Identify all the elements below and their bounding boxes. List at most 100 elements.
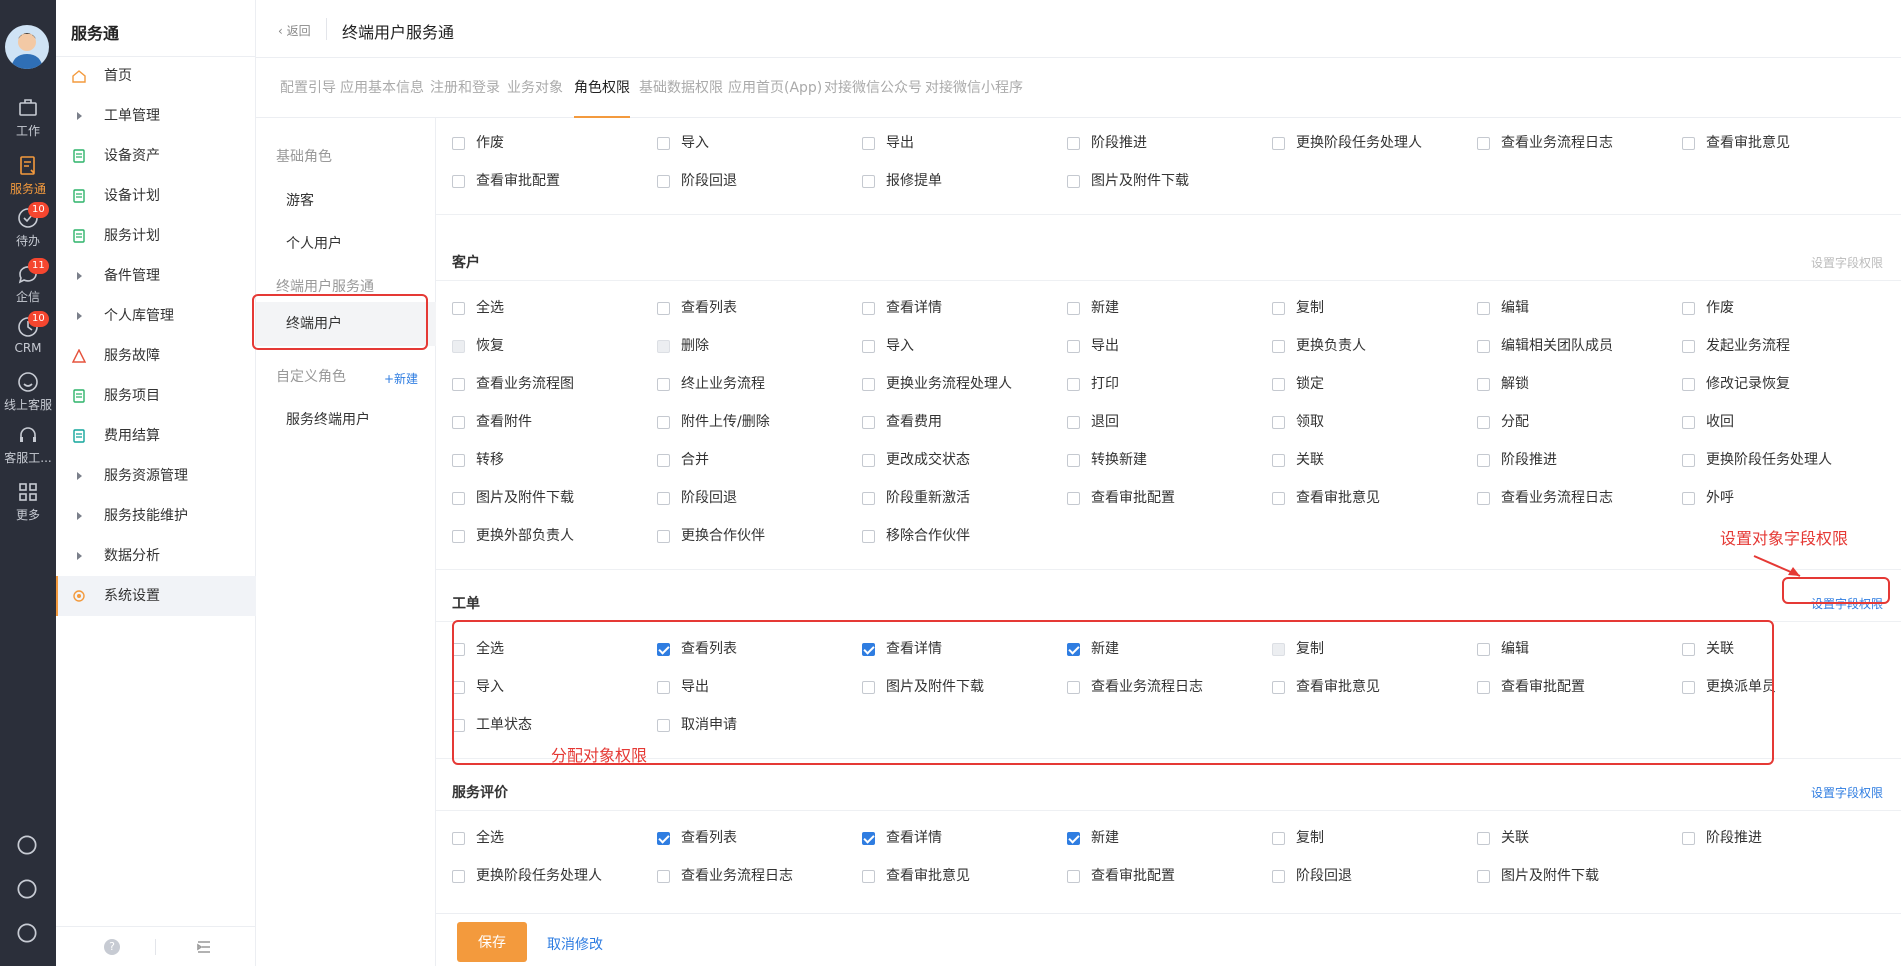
permission-checkbox[interactable]: 图片及附件下载 — [1067, 172, 1189, 190]
role-item-guest[interactable]: 游客 — [286, 190, 314, 210]
rail-item-7[interactable]: 更多 — [0, 480, 56, 523]
permission-checkbox[interactable]: 附件上传/删除 — [657, 413, 770, 431]
permission-checkbox[interactable]: 关联 — [1477, 829, 1529, 847]
nav-item-11[interactable]: 服务技能维护 — [56, 496, 256, 536]
permission-checkbox[interactable]: 更换阶段任务处理人 — [1272, 134, 1422, 152]
permission-checkbox[interactable]: 删除 — [657, 337, 709, 355]
tab-8[interactable]: 对接微信小程序 — [925, 78, 1023, 118]
permission-checkbox[interactable]: 导入 — [862, 337, 914, 355]
back-link[interactable]: ‹ 返回 — [278, 22, 311, 39]
user-settings-icon[interactable] — [14, 920, 40, 946]
nav-item-1[interactable]: 工单管理 — [56, 96, 256, 136]
permission-checkbox[interactable]: 更换外部负责人 — [452, 527, 574, 545]
permission-checkbox[interactable]: 作废 — [452, 134, 504, 152]
permission-checkbox[interactable]: 查看审批配置 — [1067, 867, 1175, 885]
permission-checkbox[interactable]: 阶段重新激活 — [862, 489, 970, 507]
help-circle-icon[interactable] — [14, 832, 40, 858]
permission-checkbox[interactable]: 修改记录恢复 — [1682, 375, 1790, 393]
permission-checkbox[interactable]: 导出 — [862, 134, 914, 152]
permission-checkbox[interactable]: 移除合作伙伴 — [862, 527, 970, 545]
permission-checkbox[interactable]: 合并 — [657, 451, 709, 469]
permission-checkbox[interactable]: 阶段推进 — [1682, 829, 1762, 847]
nav-item-10[interactable]: 服务资源管理 — [56, 456, 256, 496]
permission-checkbox[interactable]: 查看审批意见 — [1272, 489, 1380, 507]
permission-checkbox[interactable]: 新建 — [1067, 829, 1119, 847]
permission-checkbox[interactable]: 编辑相关团队成员 — [1477, 337, 1613, 355]
permission-checkbox[interactable]: 查看业务流程日志 — [1477, 134, 1613, 152]
avatar[interactable] — [5, 25, 49, 69]
permission-checkbox[interactable]: 阶段推进 — [1477, 451, 1557, 469]
permission-checkbox[interactable]: 查看审批意见 — [862, 867, 970, 885]
permission-checkbox[interactable]: 查看业务流程日志 — [657, 867, 793, 885]
role-item-personal-user[interactable]: 个人用户 — [286, 233, 342, 253]
cancel-link[interactable]: 取消修改 — [547, 934, 603, 954]
permission-checkbox[interactable]: 更换合作伙伴 — [657, 527, 765, 545]
permission-checkbox[interactable]: 查看列表 — [657, 299, 737, 317]
permission-checkbox[interactable]: 阶段回退 — [657, 172, 737, 190]
permission-checkbox[interactable]: 锁定 — [1272, 375, 1324, 393]
permission-checkbox[interactable]: 查看详情 — [862, 829, 942, 847]
nav-item-3[interactable]: 设备计划 — [56, 176, 256, 216]
permission-checkbox[interactable]: 更改成交状态 — [862, 451, 970, 469]
tab-6[interactable]: 应用首页(App) — [728, 78, 822, 118]
field-permission-link[interactable]: 设置字段权限 — [1811, 254, 1883, 271]
permission-checkbox[interactable]: 阶段回退 — [657, 489, 737, 507]
permission-checkbox[interactable]: 报修提单 — [862, 172, 942, 190]
permission-checkbox[interactable]: 全选 — [452, 829, 504, 847]
permission-checkbox[interactable]: 查看费用 — [862, 413, 942, 431]
permission-checkbox[interactable]: 转移 — [452, 451, 504, 469]
nav-item-7[interactable]: 服务故障 — [56, 336, 256, 376]
nav-item-4[interactable]: 服务计划 — [56, 216, 256, 256]
permission-checkbox[interactable]: 新建 — [1067, 299, 1119, 317]
permission-checkbox[interactable]: 查看业务流程图 — [452, 375, 574, 393]
nav-item-6[interactable]: 个人库管理 — [56, 296, 256, 336]
permission-checkbox[interactable]: 发起业务流程 — [1682, 337, 1790, 355]
permission-checkbox[interactable]: 更换业务流程处理人 — [862, 375, 1012, 393]
help-icon[interactable]: ? — [104, 939, 120, 955]
permission-checkbox[interactable]: 更换阶段任务处理人 — [1682, 451, 1832, 469]
permission-checkbox[interactable]: 复制 — [1272, 299, 1324, 317]
field-permission-link[interactable]: 设置字段权限 — [1811, 784, 1883, 801]
rail-item-4[interactable]: CRM 10 — [0, 311, 56, 355]
permission-checkbox[interactable]: 退回 — [1067, 413, 1119, 431]
rail-item-5[interactable]: 线上客服 — [0, 370, 56, 413]
rail-item-3[interactable]: 企信 11 — [0, 258, 56, 305]
rail-item-2[interactable]: 待办 10 — [0, 202, 56, 249]
nav-item-12[interactable]: 数据分析 — [56, 536, 256, 576]
tab-1[interactable]: 应用基本信息 — [340, 78, 424, 118]
tab-4[interactable]: 角色权限 — [574, 78, 630, 118]
tab-2[interactable]: 注册和登录 — [430, 78, 500, 118]
permission-checkbox[interactable]: 图片及附件下载 — [1477, 867, 1599, 885]
save-button[interactable]: 保存 — [457, 922, 527, 962]
nav-item-8[interactable]: 服务项目 — [56, 376, 256, 416]
permission-checkbox[interactable]: 终止业务流程 — [657, 375, 765, 393]
permission-checkbox[interactable]: 查看列表 — [657, 829, 737, 847]
permission-checkbox[interactable]: 分配 — [1477, 413, 1529, 431]
gear-icon[interactable] — [14, 876, 40, 902]
collapse-menu-icon[interactable] — [196, 939, 212, 955]
permission-checkbox[interactable]: 查看附件 — [452, 413, 532, 431]
permission-checkbox[interactable]: 查看详情 — [862, 299, 942, 317]
permission-checkbox[interactable]: 作废 — [1682, 299, 1734, 317]
permission-checkbox[interactable]: 恢复 — [452, 337, 504, 355]
permission-checkbox[interactable]: 查看审批意见 — [1682, 134, 1790, 152]
nav-item-9[interactable]: 费用结算 — [56, 416, 256, 456]
permission-checkbox[interactable]: 领取 — [1272, 413, 1324, 431]
permission-checkbox[interactable]: 更换负责人 — [1272, 337, 1366, 355]
nav-item-5[interactable]: 备件管理 — [56, 256, 256, 296]
permission-checkbox[interactable]: 查看审批配置 — [1067, 489, 1175, 507]
nav-item-2[interactable]: 设备资产 — [56, 136, 256, 176]
new-role-link[interactable]: +新建 — [384, 370, 418, 387]
permission-checkbox[interactable]: 阶段回退 — [1272, 867, 1352, 885]
rail-item-1[interactable]: 服务通 — [0, 154, 56, 197]
permission-checkbox[interactable]: 关联 — [1272, 451, 1324, 469]
permission-checkbox[interactable]: 图片及附件下载 — [452, 489, 574, 507]
permission-checkbox[interactable]: 导出 — [1067, 337, 1119, 355]
permission-checkbox[interactable]: 全选 — [452, 299, 504, 317]
permission-checkbox[interactable]: 外呼 — [1682, 489, 1734, 507]
permission-checkbox[interactable]: 查看业务流程日志 — [1477, 489, 1613, 507]
role-item-service-terminal-user[interactable]: 服务终端用户 — [286, 409, 370, 429]
permission-checkbox[interactable]: 复制 — [1272, 829, 1324, 847]
permission-checkbox[interactable]: 收回 — [1682, 413, 1734, 431]
permission-checkbox[interactable]: 更换阶段任务处理人 — [452, 867, 602, 885]
